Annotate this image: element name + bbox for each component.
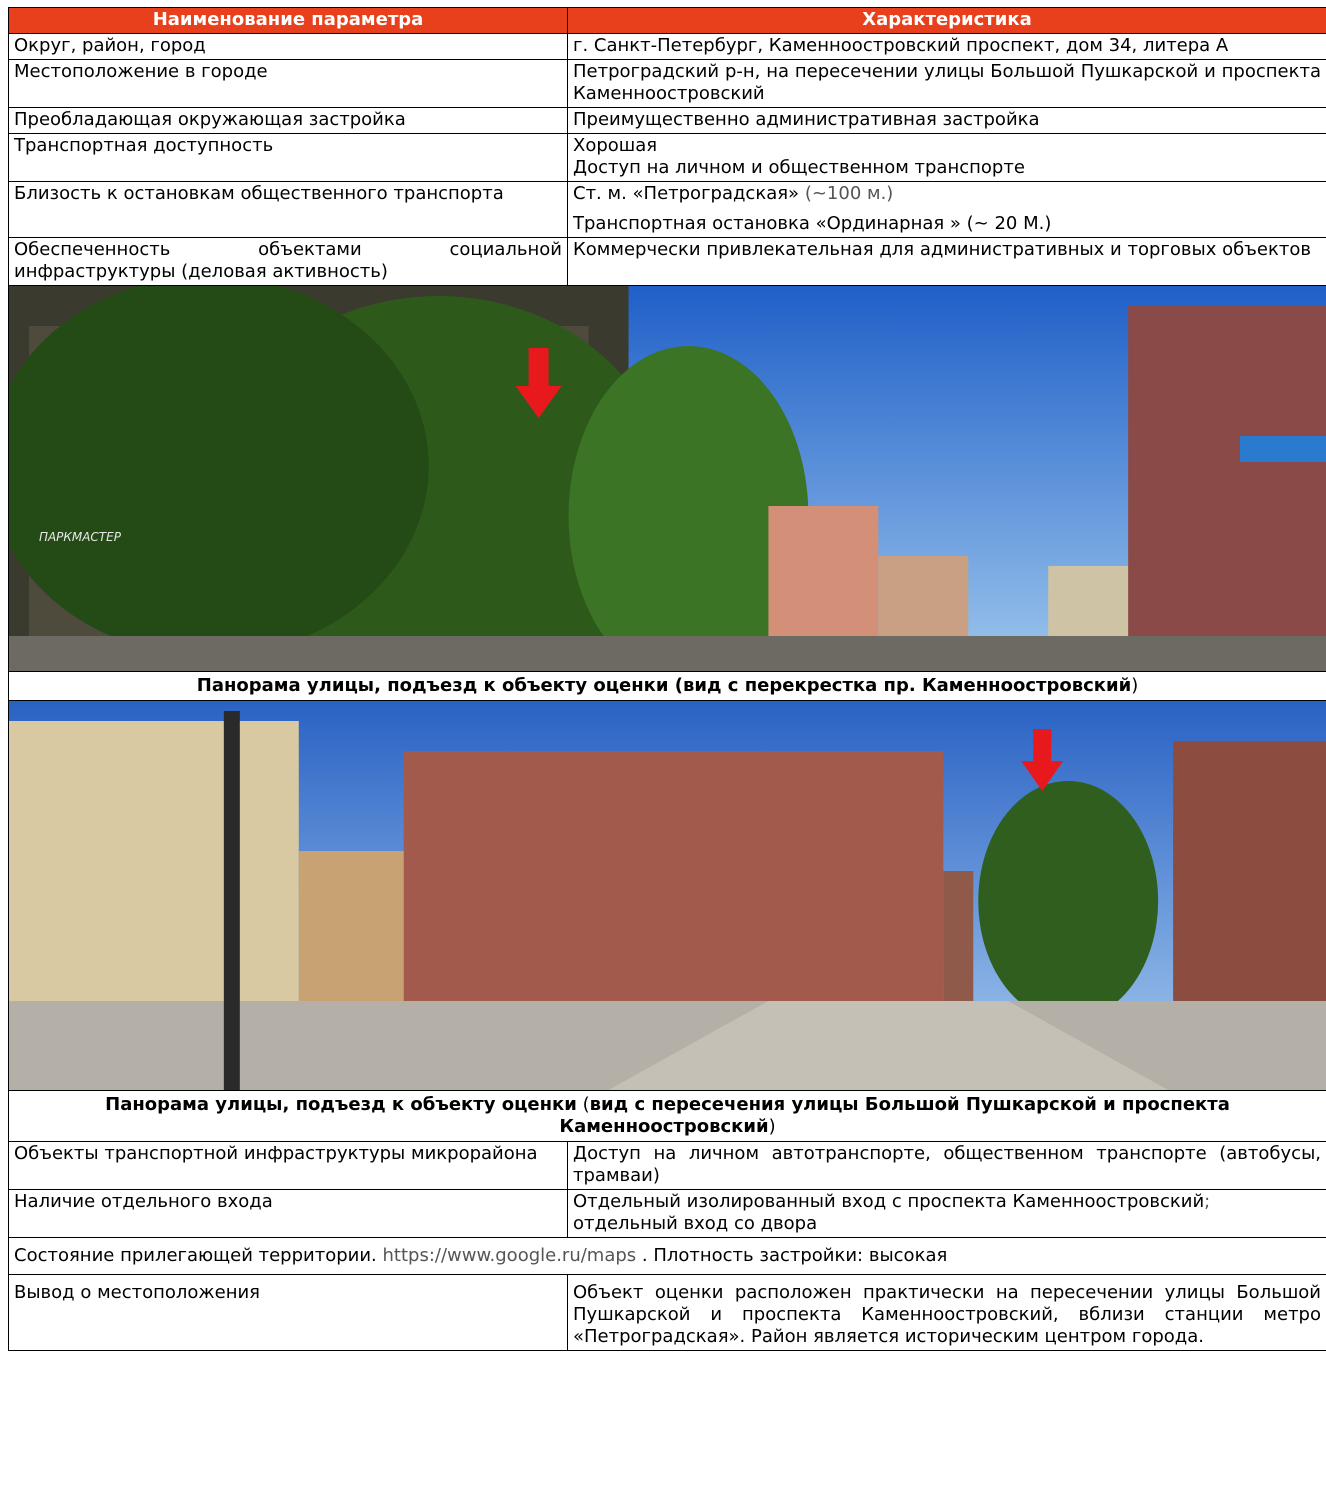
value-line: Хорошая: [573, 135, 658, 156]
photo-caption-1: Панорама улицы, подъезд к объекту оценки…: [8, 671, 1326, 701]
value-cell: г. Санкт-Петербург, Каменноостровский пр…: [567, 33, 1326, 60]
value-line: Транспортная остановка «Ординарная » (~ …: [573, 213, 1052, 234]
value-cell: Преимущественно административная застрой…: [567, 107, 1326, 134]
param-cell: Транспортная доступность: [8, 133, 568, 182]
param-cell: Близость к остановкам общественного тран…: [8, 181, 568, 238]
value-cell: Доступ на личном автотранспорте, обществ…: [567, 1141, 1326, 1190]
street-panorama-photo-2: [8, 700, 1326, 1091]
shop-sign-text: ПАРКМАСТЕР: [39, 530, 122, 544]
value-line: отдельный вход со двора: [573, 1213, 818, 1234]
territory-row: Состояние прилегающей территории. https:…: [8, 1237, 1326, 1275]
param-cell: Обеспеченность объектами социальной инфр…: [8, 237, 568, 286]
header-value: Характеристика: [567, 7, 1326, 34]
value-cell: Петроградский р-н, на пересечении улицы …: [567, 59, 1326, 108]
table-row: Транспортная доступность Хорошая Доступ …: [8, 133, 1326, 182]
param-cell: Наличие отдельного входа: [8, 1189, 568, 1238]
caption-row: Панорама улицы, подъезд к объекту оценки…: [8, 1090, 1326, 1142]
header-param: Наименование параметра: [8, 7, 568, 34]
param-cell: Вывод о местоположения: [8, 1274, 568, 1351]
table-row: Объекты транспортной инфраструктуры микр…: [8, 1141, 1326, 1190]
distance-note: (~100 м.): [804, 183, 894, 204]
panorama-image-1: ПАРКМАСТЕР: [9, 286, 1326, 671]
street-panorama-photo-1: ПАРКМАСТЕР: [8, 285, 1326, 672]
location-table: Наименование параметра Характеристика Ок…: [8, 7, 1326, 1351]
value-cell: Отдельный изолированный вход с проспекта…: [567, 1189, 1326, 1238]
table-row: Округ, район, город г. Санкт-Петербург, …: [8, 33, 1326, 60]
table-row: Близость к остановкам общественного тран…: [8, 181, 1326, 238]
value-cell: Ст. м. «Петроградская» (~100 м.) Транспо…: [567, 181, 1326, 238]
value-line: Доступ на личном и общественном транспор…: [573, 157, 1025, 178]
param-cell: Преобладающая окружающая застройка: [8, 107, 568, 134]
value-cell: Хорошая Доступ на личном и общественном …: [567, 133, 1326, 182]
value-cell: Объект оценки расположен практически на …: [567, 1274, 1326, 1351]
table-row: Наличие отдельного входа Отдельный изоли…: [8, 1189, 1326, 1238]
caption-row: Панорама улицы, подъезд к объекту оценки…: [8, 671, 1326, 701]
maps-link[interactable]: https://www.google.ru/maps: [383, 1245, 637, 1266]
table-row: Преобладающая окружающая застройка Преим…: [8, 107, 1326, 134]
table-row: Местоположение в городе Петроградский р-…: [8, 59, 1326, 108]
header-row: Наименование параметра Характеристика: [8, 7, 1326, 34]
param-cell: Местоположение в городе: [8, 59, 568, 108]
panorama-image-2: [9, 701, 1326, 1090]
territory-cell: Состояние прилегающей территории. https:…: [8, 1237, 1326, 1275]
param-cell: Округ, район, город: [8, 33, 568, 60]
value-line: Ст. м. «Петроградская» (~100 м.): [573, 183, 1321, 205]
table-row: Вывод о местоположения Объект оценки рас…: [8, 1274, 1326, 1351]
table-row: Обеспеченность объектами социальной инфр…: [8, 237, 1326, 286]
param-cell: Объекты транспортной инфраструктуры микр…: [8, 1141, 568, 1190]
value-line: Отдельный изолированный вход с проспекта…: [573, 1191, 1211, 1212]
photo-row: ПАРКМАСТЕР: [8, 285, 1326, 672]
photo-caption-2: Панорама улицы, подъезд к объекту оценки…: [8, 1090, 1326, 1142]
photo-row: [8, 700, 1326, 1091]
value-cell: Коммерчески привлекательная для админист…: [567, 237, 1326, 286]
metro-station: Ст. м. «Петроградская»: [573, 183, 800, 204]
document: Наименование параметра Характеристика Ок…: [8, 7, 1326, 1351]
